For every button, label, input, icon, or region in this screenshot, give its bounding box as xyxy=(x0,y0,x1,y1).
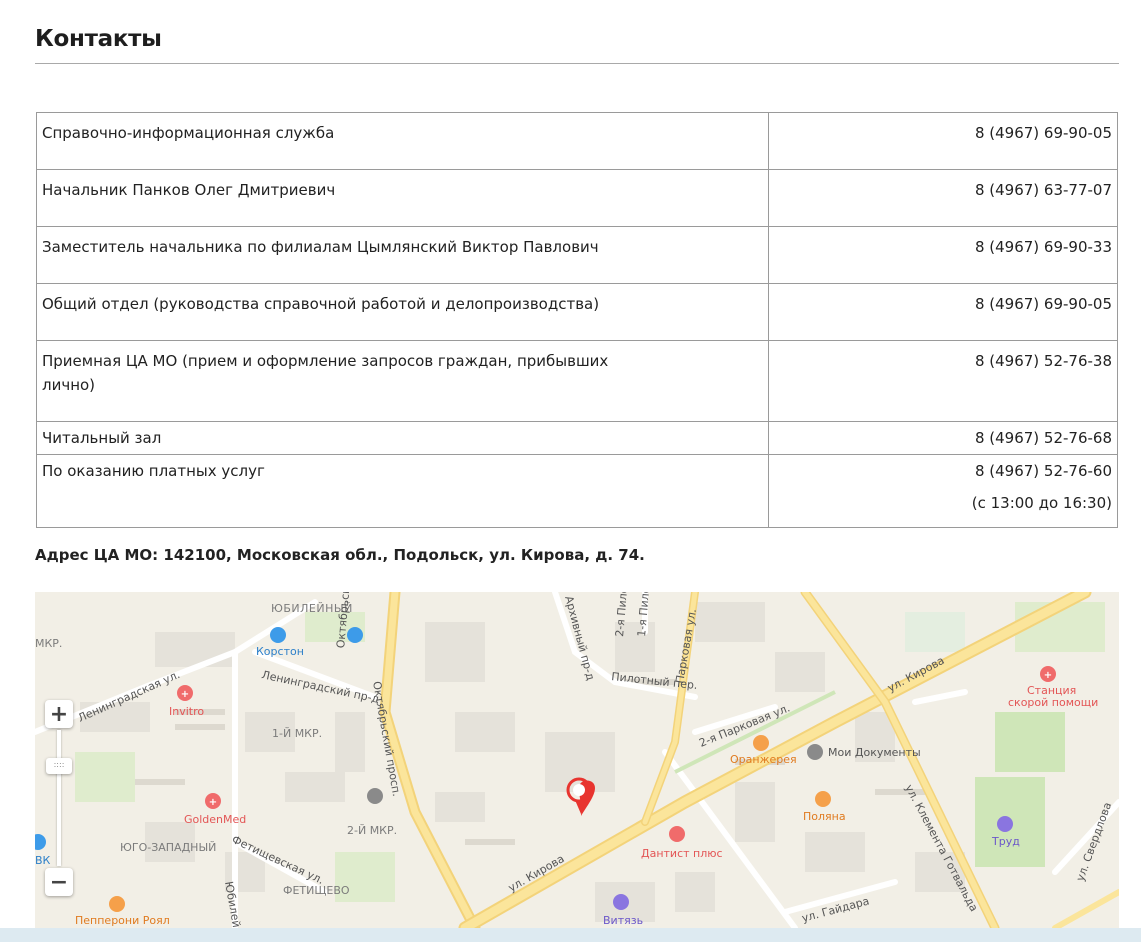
contact-hours: (с 13:00 до 16:30) xyxy=(971,494,1112,512)
map-label: скорой помощи xyxy=(1008,696,1098,709)
map-canvas[interactable]: + + + ЮБИЛЕЙНЫЙ Корстон Ленинградская ул… xyxy=(35,592,1119,928)
contact-phone: 8 (4967) 52-76-38 xyxy=(768,340,1118,422)
contact-name: По оказанию платных услуг xyxy=(36,454,769,528)
svg-text:+: + xyxy=(181,689,189,700)
stadium-icon[interactable] xyxy=(997,816,1013,832)
map-label: ФЕТИЩЕВО xyxy=(283,884,350,897)
shopping-icon[interactable] xyxy=(270,627,286,643)
map-widget[interactable]: + + + ЮБИЛЕЙНЫЙ Корстон Ленинградская ул… xyxy=(35,592,1119,928)
zoom-in-button[interactable]: + xyxy=(45,700,73,728)
contact-phone: 8 (4967) 52-76-68 xyxy=(768,421,1118,455)
address-text: Адрес ЦА МО: 142100, Московская обл., По… xyxy=(35,546,645,564)
map-label: Invitro xyxy=(169,705,204,718)
zoom-slider-track[interactable] xyxy=(57,730,61,866)
zoom-slider-handle[interactable]: :::: xyxy=(46,758,72,774)
contact-phone: 8 (4967) 63-77-07 xyxy=(768,169,1118,227)
table-row: Читальный зал 8 (4967) 52-76-68 xyxy=(36,421,1118,455)
map-label: GoldenMed xyxy=(184,813,246,826)
map-label: Мои Документы xyxy=(828,746,921,759)
contact-phone: 8 (4967) 69-90-33 xyxy=(768,226,1118,284)
map-label: Пепперони Роял xyxy=(75,914,170,927)
map-label: Витязь xyxy=(603,914,643,927)
contact-phone-number: 8 (4967) 52-76-60 xyxy=(974,462,1112,480)
map-label: 2-Й МКР. xyxy=(347,824,397,837)
contact-phone: 8 (4967) 69-90-05 xyxy=(768,283,1118,341)
contacts-table: Справочно-информационная служба 8 (4967)… xyxy=(36,112,1118,528)
sport-icon[interactable] xyxy=(613,894,629,910)
dentist-icon[interactable] xyxy=(669,826,685,842)
table-row: Начальник Панков Олег Дмитриевич 8 (4967… xyxy=(36,169,1118,227)
government-icon[interactable] xyxy=(807,744,823,760)
map-label: Труд xyxy=(991,835,1020,848)
cafe-icon[interactable] xyxy=(753,735,769,751)
zoom-out-button[interactable]: − xyxy=(45,868,73,896)
contact-phone: 8 (4967) 69-90-05 xyxy=(768,112,1118,170)
map-label: МКР. xyxy=(35,637,62,650)
contact-phone: 8 (4967) 52-76-60 (с 13:00 до 16:30) xyxy=(768,454,1118,528)
map-label: Поляна xyxy=(803,810,846,823)
table-row: Справочно-информационная служба 8 (4967)… xyxy=(36,112,1118,170)
table-row: Заместитель начальника по филиалам Цымля… xyxy=(36,226,1118,284)
contact-name: Начальник Панков Олег Дмитриевич xyxy=(36,169,769,227)
contact-name: Справочно-информационная служба xyxy=(36,112,769,170)
map-label: ЮГО-ЗАПАДНЫЙ xyxy=(120,841,216,854)
title-divider xyxy=(35,63,1119,64)
pizza-icon[interactable] xyxy=(109,896,125,912)
service-icon[interactable] xyxy=(367,788,383,804)
map-label: 1-Й МКР. xyxy=(272,727,322,740)
table-row: По оказанию платных услуг 8 (4967) 52-76… xyxy=(36,454,1118,528)
map-label: Дантист плюс xyxy=(641,847,723,860)
map-label: ул. Клемента Готвальда xyxy=(902,782,980,913)
map-label: Корстон xyxy=(256,645,304,658)
shopping-icon[interactable] xyxy=(347,627,363,643)
contact-name: Приемная ЦА МО (прием и оформление запро… xyxy=(36,340,769,422)
map-label: Парковая ул. xyxy=(673,608,699,685)
zoom-control[interactable]: + :::: − xyxy=(45,700,73,896)
page-title: Контакты xyxy=(35,26,162,52)
svg-text:+: + xyxy=(209,797,217,808)
restaurant-icon[interactable] xyxy=(815,791,831,807)
bottom-bar xyxy=(0,928,1141,942)
contact-name: Общий отдел (руководства справочной рабо… xyxy=(36,283,769,341)
table-row: Общий отдел (руководства справочной рабо… xyxy=(36,283,1118,341)
table-row: Приемная ЦА МО (прием и оформление запро… xyxy=(36,340,1118,422)
svg-text:+: + xyxy=(1044,670,1052,681)
contact-name: Читальный зал xyxy=(36,421,769,455)
map-label: Оранжерея xyxy=(730,753,797,766)
contact-name: Заместитель начальника по филиалам Цымля… xyxy=(36,226,769,284)
